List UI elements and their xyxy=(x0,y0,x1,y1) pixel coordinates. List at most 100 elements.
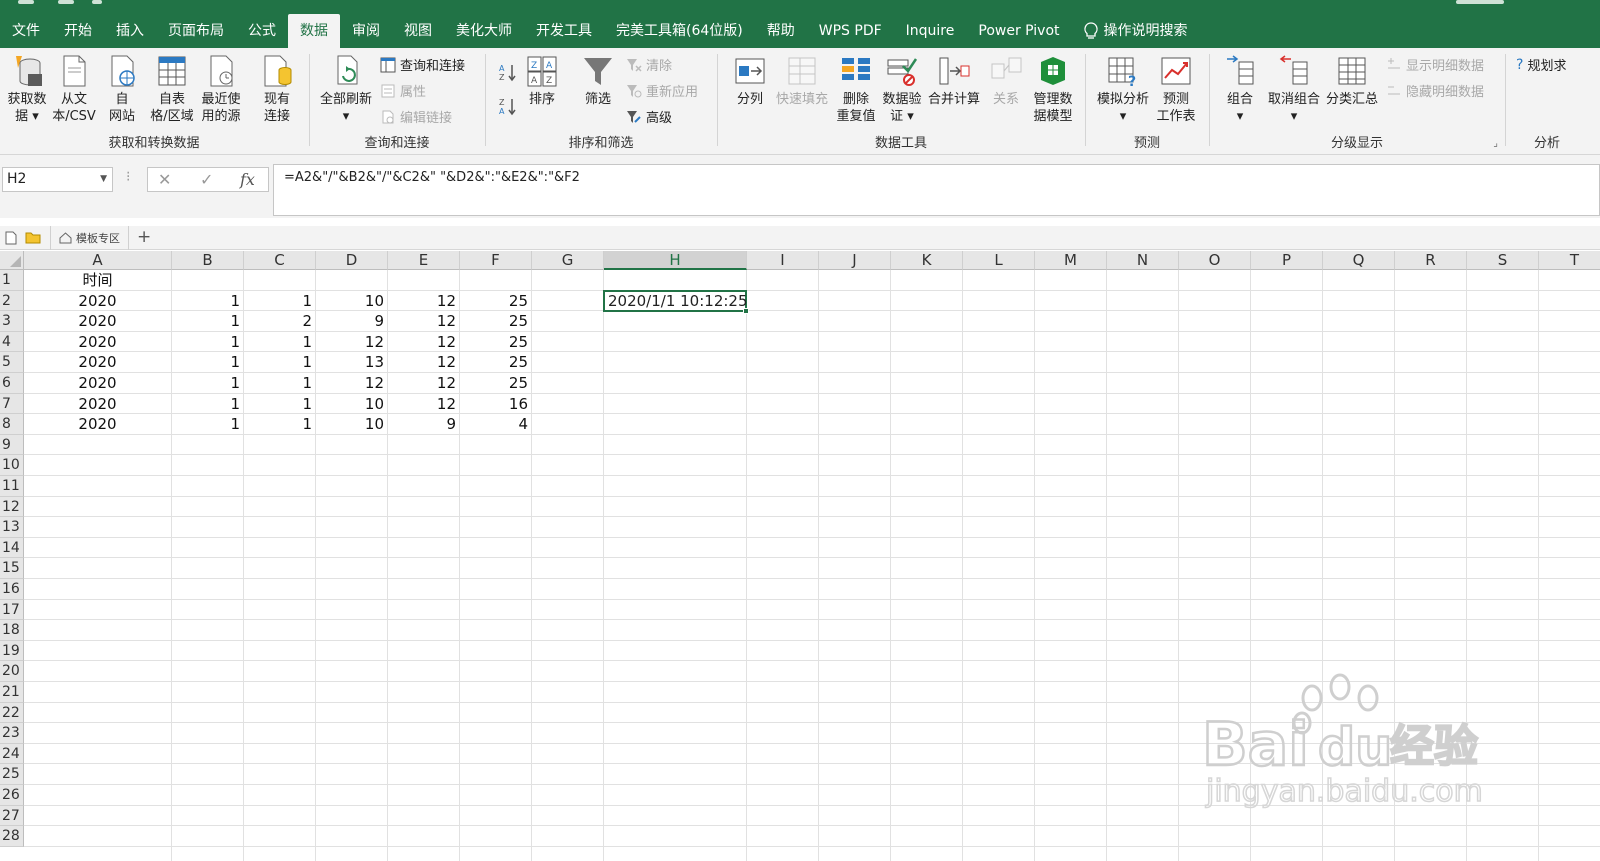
tab-5[interactable]: 数据 xyxy=(288,14,340,48)
row-header[interactable]: 22 xyxy=(0,702,24,724)
row-header[interactable]: 17 xyxy=(0,599,24,621)
formula-input[interactable]: =A2&"/"&B2&"/"&C2&" "&D2&":"&E2&":"&F2 xyxy=(273,164,1600,216)
new-file-icon[interactable] xyxy=(5,231,17,245)
consolidate-button[interactable]: 合并计算 xyxy=(926,54,982,108)
row-header[interactable]: 19 xyxy=(0,640,24,662)
name-box[interactable]: H2 ▼ xyxy=(2,167,113,192)
column-header-M[interactable]: M xyxy=(1035,251,1107,270)
cell-C4[interactable]: 1 xyxy=(244,332,315,352)
tab-6[interactable]: 审阅 xyxy=(340,14,392,48)
cell-A2[interactable]: 2020 xyxy=(24,291,171,311)
from-table-range-button[interactable]: 自表 格/区域 xyxy=(146,54,198,125)
row-header[interactable]: 12 xyxy=(0,496,24,518)
row-header[interactable]: 15 xyxy=(0,558,24,579)
row-header[interactable]: 24 xyxy=(0,743,24,765)
from-web-button[interactable]: 自 网站 xyxy=(102,54,142,125)
row-header[interactable]: 6 xyxy=(0,373,24,394)
column-header-R[interactable]: R xyxy=(1395,251,1467,270)
tab-4[interactable]: 公式 xyxy=(236,14,288,48)
cell-D6[interactable]: 12 xyxy=(316,373,387,393)
subtotal-button[interactable]: 分类汇总 xyxy=(1324,54,1380,108)
advanced-filter-button[interactable]: 高级 xyxy=(626,107,672,126)
cell-A3[interactable]: 2020 xyxy=(24,311,171,331)
tab-1[interactable]: 开始 xyxy=(52,14,104,48)
tab-3[interactable]: 页面布局 xyxy=(156,14,236,48)
cell-F2[interactable]: 25 xyxy=(460,291,531,311)
column-header-P[interactable]: P xyxy=(1251,251,1323,270)
recent-sources-button[interactable]: 最近使 用的源 xyxy=(198,54,244,125)
cell-A7[interactable]: 2020 xyxy=(24,394,171,414)
relationships-button[interactable]: 关系 xyxy=(984,54,1028,108)
cell-A1[interactable]: 时间 xyxy=(24,270,171,290)
column-header-T[interactable]: T xyxy=(1539,251,1600,270)
cell-C5[interactable]: 1 xyxy=(244,352,315,372)
selected-cell-H2[interactable]: 2020/1/1 10:12:25 xyxy=(603,289,749,315)
cell-E7[interactable]: 12 xyxy=(388,394,459,414)
remove-duplicates-button[interactable]: 删除 重复值 xyxy=(834,54,878,125)
row-header[interactable]: 11 xyxy=(0,476,24,497)
cell-D3[interactable]: 9 xyxy=(316,311,387,331)
flash-fill-button[interactable]: 快速填充 xyxy=(772,54,832,108)
row-header[interactable]: 2 xyxy=(0,290,24,312)
column-header-N[interactable]: N xyxy=(1107,251,1179,270)
cell-C3[interactable]: 2 xyxy=(244,311,315,331)
column-header-K[interactable]: K xyxy=(891,251,963,270)
cell-A4[interactable]: 2020 xyxy=(24,332,171,352)
cell-D2[interactable]: 10 xyxy=(316,291,387,311)
tab-12[interactable]: WPS PDF xyxy=(807,14,894,48)
data-validation-button[interactable]: 数据验 证 ▾ xyxy=(880,54,924,125)
cell-E6[interactable]: 12 xyxy=(388,373,459,393)
tab-10[interactable]: 完美工具箱(64位版) xyxy=(604,14,755,48)
tab-2[interactable]: 插入 xyxy=(104,14,156,48)
column-header-G[interactable]: G xyxy=(532,251,604,270)
ungroup-button[interactable]: 取消组合 ▾ xyxy=(1264,54,1324,125)
column-header-O[interactable]: O xyxy=(1179,251,1251,270)
cell-C7[interactable]: 1 xyxy=(244,394,315,414)
tab-13[interactable]: Inquire xyxy=(894,14,967,48)
row-header[interactable]: 1 xyxy=(0,270,24,291)
row-header[interactable]: 16 xyxy=(0,579,24,600)
forecast-sheet-button[interactable]: 预测 工作表 xyxy=(1154,54,1198,125)
row-header[interactable]: 10 xyxy=(0,455,24,476)
cell-B8[interactable]: 1 xyxy=(172,414,243,434)
row-header[interactable]: 13 xyxy=(0,517,24,538)
column-header-A[interactable]: A xyxy=(24,251,172,270)
hide-detail-button[interactable]: 隐藏明细数据 xyxy=(1386,81,1484,100)
cell-B4[interactable]: 1 xyxy=(172,332,243,352)
what-if-analysis-button[interactable]: ? 模拟分析 ▾ xyxy=(1094,54,1152,125)
cell-F3[interactable]: 25 xyxy=(460,311,531,331)
cell-C8[interactable]: 1 xyxy=(244,414,315,434)
cell-E3[interactable]: 12 xyxy=(388,311,459,331)
cell-B7[interactable]: 1 xyxy=(172,394,243,414)
get-data-button[interactable]: 获取数 据 ▾ xyxy=(4,54,50,125)
row-header[interactable]: 4 xyxy=(0,331,24,353)
cell-C2[interactable]: 1 xyxy=(244,291,315,311)
cell-D7[interactable]: 10 xyxy=(316,394,387,414)
row-header[interactable]: 7 xyxy=(0,393,24,415)
cell-E4[interactable]: 12 xyxy=(388,332,459,352)
clear-filter-button[interactable]: 清除 xyxy=(626,55,672,74)
column-header-Q[interactable]: Q xyxy=(1323,251,1395,270)
cell-F7[interactable]: 16 xyxy=(460,394,531,414)
cell-E8[interactable]: 9 xyxy=(388,414,459,434)
insert-function-icon[interactable]: fx xyxy=(240,170,255,189)
add-tab-icon[interactable]: + xyxy=(137,227,151,247)
formula-bar-grip-icon[interactable]: ⁝ xyxy=(126,169,130,185)
cell-D8[interactable]: 10 xyxy=(316,414,387,434)
cancel-icon[interactable]: ✕ xyxy=(158,170,171,189)
cell-F8[interactable]: 4 xyxy=(460,414,531,434)
row-header[interactable]: 3 xyxy=(0,311,24,332)
row-header[interactable]: 20 xyxy=(0,661,24,682)
text-to-columns-button[interactable]: 分列 xyxy=(730,54,770,108)
cell-D4[interactable]: 12 xyxy=(316,332,387,352)
solver-button[interactable]: ? 规划求 xyxy=(1516,55,1566,75)
row-header[interactable]: 27 xyxy=(0,805,24,827)
select-all-corner[interactable] xyxy=(0,251,24,270)
column-header-I[interactable]: I xyxy=(747,251,819,270)
tab-8[interactable]: 美化大师 xyxy=(444,14,524,48)
column-header-C[interactable]: C xyxy=(244,251,316,270)
fill-handle[interactable] xyxy=(743,308,749,315)
cell-B6[interactable]: 1 xyxy=(172,373,243,393)
template-tab[interactable]: 模板专区 xyxy=(50,226,129,250)
tell-me-search[interactable]: 操作说明搜索 xyxy=(1072,14,1200,48)
